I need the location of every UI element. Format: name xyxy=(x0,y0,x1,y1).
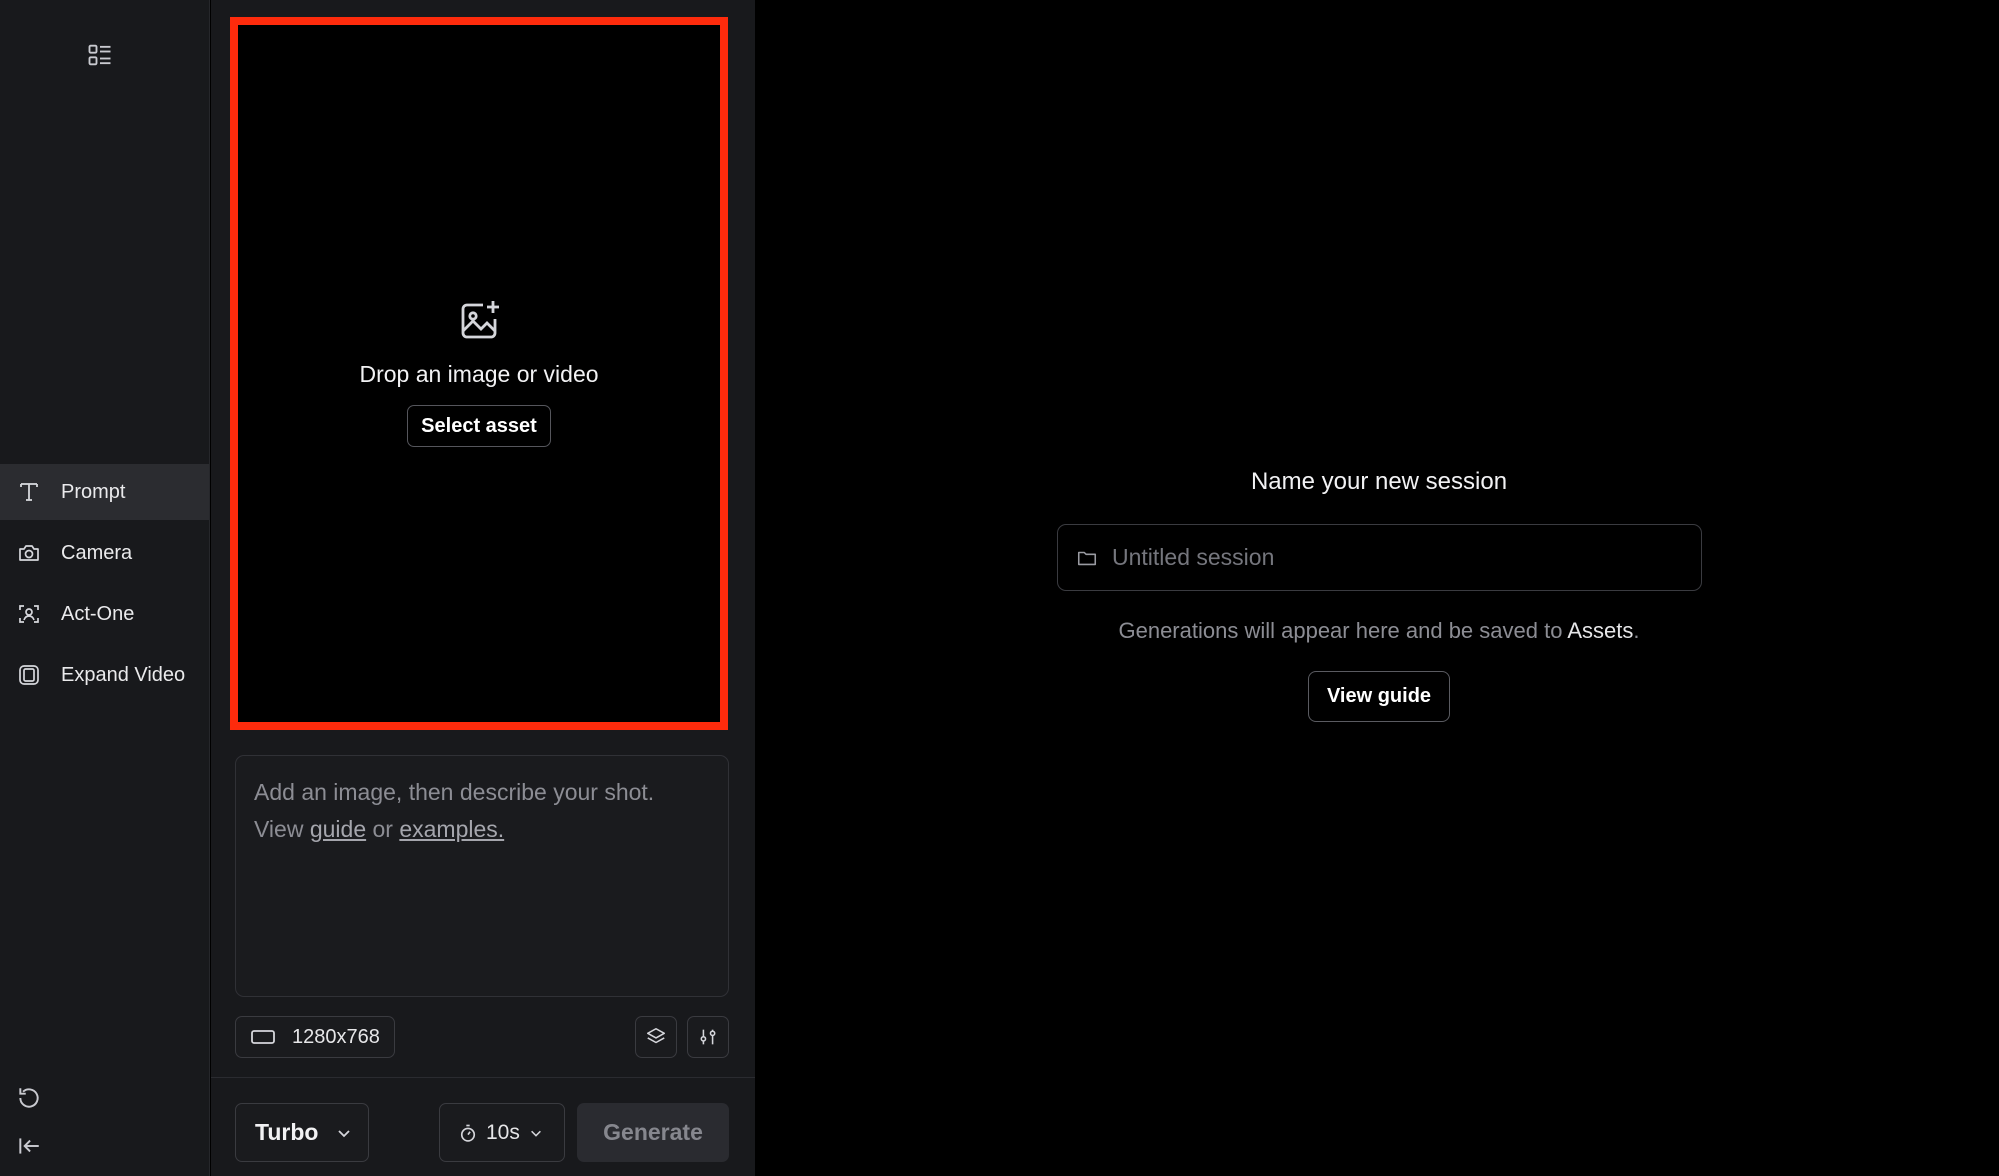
expand-frame-icon xyxy=(15,661,43,689)
session-name-input[interactable] xyxy=(1112,544,1701,571)
select-asset-button[interactable]: Select asset xyxy=(407,405,551,447)
style-layers-button[interactable] xyxy=(635,1016,677,1058)
tool-nav: Prompt Camera Act-One Expand Video xyxy=(0,464,209,708)
generations-note: Generations will appear here and be save… xyxy=(755,618,1999,644)
model-select[interactable]: Turbo xyxy=(235,1103,369,1162)
examples-link[interactable]: examples. xyxy=(399,816,504,842)
duration-select[interactable]: 10s xyxy=(439,1103,565,1162)
generate-button[interactable]: Generate xyxy=(577,1103,729,1162)
nav-item-prompt[interactable]: Prompt xyxy=(0,464,209,520)
nav-item-act-one[interactable]: Act-One xyxy=(0,586,209,642)
resolution-value: 1280x768 xyxy=(292,1025,380,1048)
note-text: Generations will appear here and be save… xyxy=(1118,618,1563,643)
duration-value: 10s xyxy=(486,1120,520,1144)
prompt-placeholder-line2: View guide or examples. xyxy=(254,811,710,848)
note-suffix: . xyxy=(1633,618,1640,643)
session-title: Name your new session xyxy=(1250,468,1508,495)
generation-panel: Drop an image or video Select asset Add … xyxy=(211,0,755,1176)
text-t-icon xyxy=(15,478,43,506)
assets-link[interactable]: Assets xyxy=(1567,618,1633,643)
resolution-button[interactable]: 1280x768 xyxy=(235,1016,395,1058)
nav-item-camera[interactable]: Camera xyxy=(0,525,209,581)
session-area: Name your new session Generations will a… xyxy=(755,0,1999,1176)
prompt-or-text: or xyxy=(372,816,393,842)
session-name-field[interactable] xyxy=(1057,524,1702,591)
nav-item-expand-video[interactable]: Expand Video xyxy=(0,647,209,703)
collapse-sidebar-icon[interactable] xyxy=(14,1131,44,1161)
chevron-down-icon xyxy=(529,1126,543,1140)
layers-icon xyxy=(645,1026,667,1048)
prompt-placeholder-line1: Add an image, then describe your shot. xyxy=(254,779,655,805)
face-scan-icon xyxy=(15,600,43,628)
image-add-icon xyxy=(455,297,503,345)
undo-icon[interactable] xyxy=(14,1083,44,1113)
media-dropzone[interactable]: Drop an image or video Select asset xyxy=(230,17,728,730)
nav-item-label: Camera xyxy=(61,541,133,564)
nav-item-label: Prompt xyxy=(61,480,126,503)
nav-item-label: Expand Video xyxy=(61,663,186,686)
guide-link[interactable]: guide xyxy=(310,816,366,842)
folder-icon xyxy=(1076,547,1098,569)
stopwatch-icon xyxy=(458,1123,478,1143)
settings-sliders-button[interactable] xyxy=(687,1016,729,1058)
view-guide-button[interactable]: View guide xyxy=(1308,671,1450,722)
sliders-icon xyxy=(697,1026,719,1048)
tool-rail: Prompt Camera Act-One Expand Video xyxy=(0,0,210,1176)
layout-list-icon[interactable] xyxy=(86,41,114,69)
aspect-ratio-icon xyxy=(250,1028,276,1046)
chevron-down-icon xyxy=(336,1125,352,1141)
dropzone-text: Drop an image or video xyxy=(359,361,599,387)
prompt-textarea[interactable]: Add an image, then describe your shot. V… xyxy=(235,755,729,997)
prompt-view-text: View xyxy=(254,816,304,842)
model-value: Turbo xyxy=(255,1119,319,1145)
nav-item-label: Act-One xyxy=(61,602,135,625)
panel-divider xyxy=(211,1077,755,1078)
camera-icon xyxy=(15,539,43,567)
